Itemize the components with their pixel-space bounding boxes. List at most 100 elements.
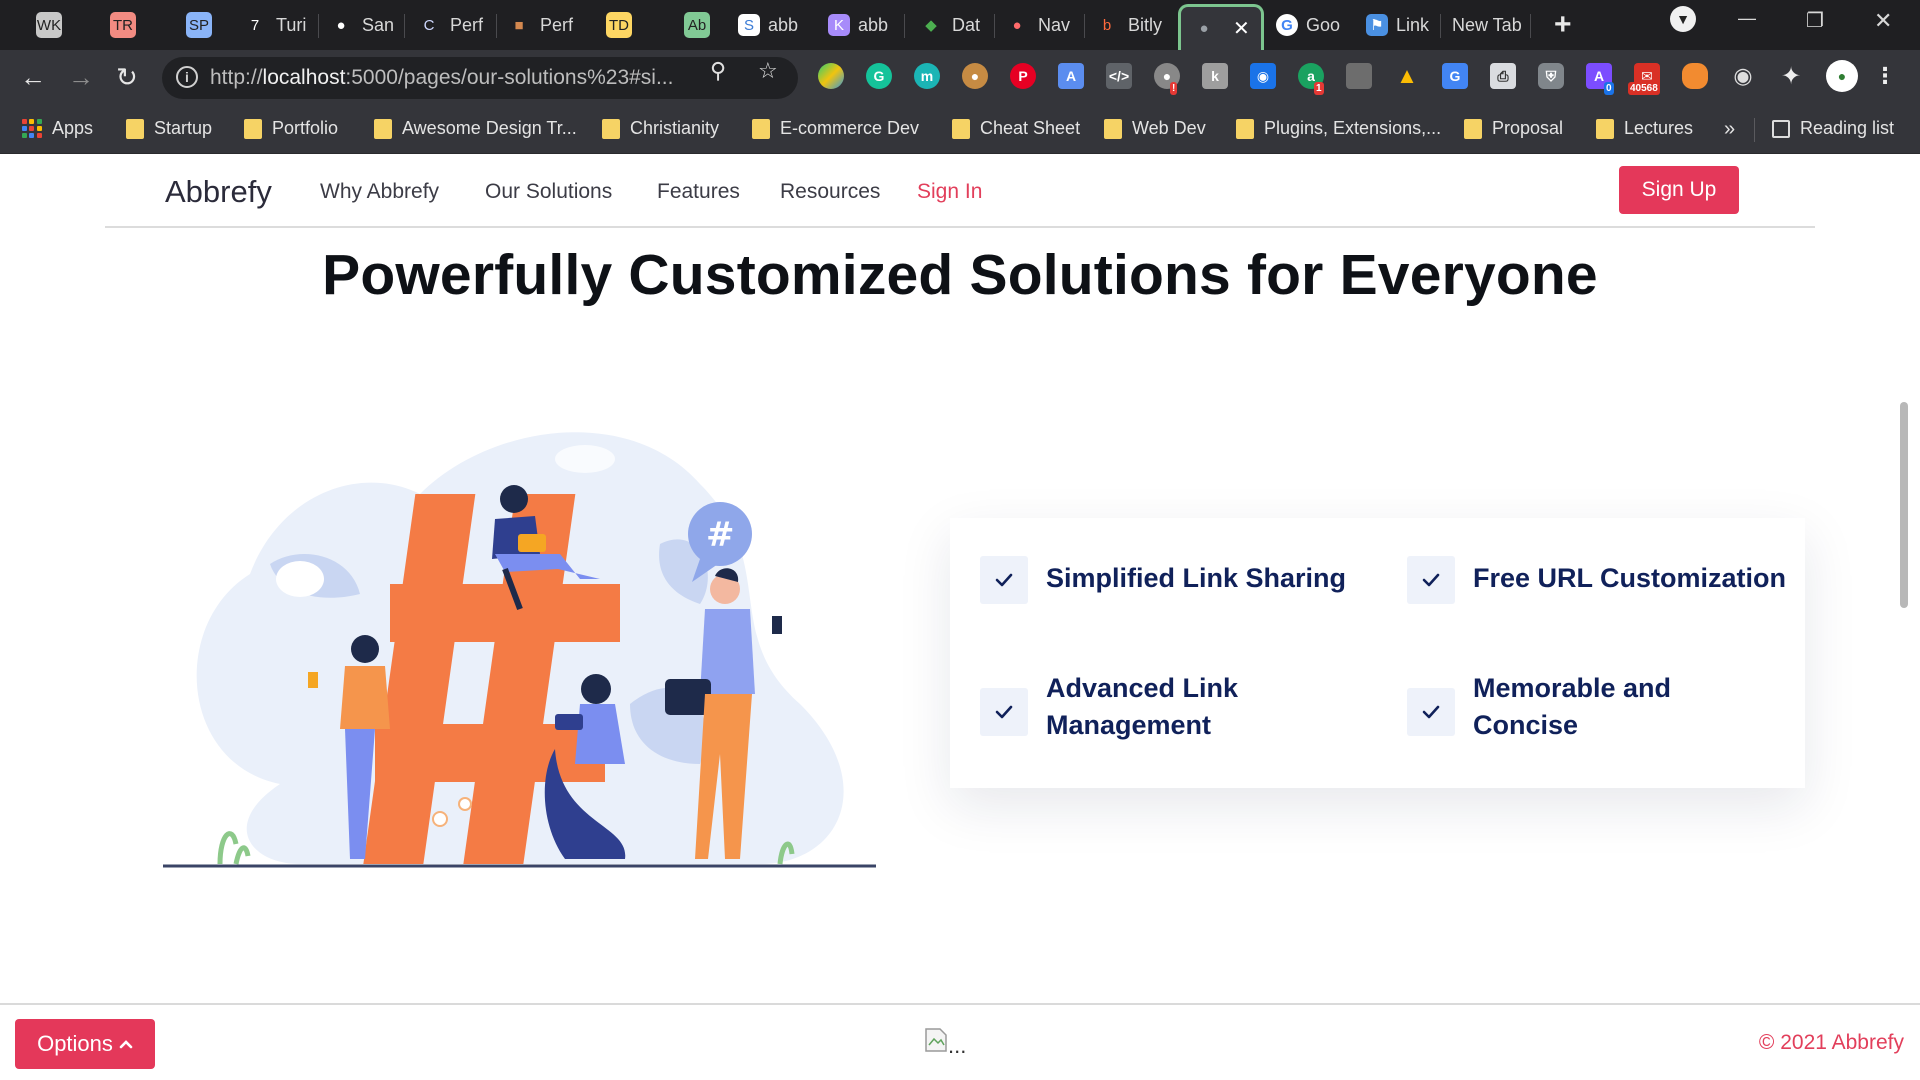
bookmark-folder[interactable]: E-commerce Dev: [752, 118, 919, 139]
nav-link-resources[interactable]: Resources: [780, 180, 880, 204]
more-menu-icon[interactable]: ⋮: [1872, 63, 1898, 89]
close-tab-icon[interactable]: ✕: [1233, 16, 1250, 41]
bookmark-folder[interactable]: Cheat Sheet: [952, 118, 1080, 139]
url-host: localhost: [262, 66, 346, 89]
bookmark-star-icon[interactable]: ☆: [758, 58, 778, 84]
tab-label: Dat: [952, 14, 981, 35]
bookmark-apps[interactable]: Apps: [22, 118, 93, 139]
folder-icon: [752, 118, 770, 139]
camera-icon[interactable]: ◉: [1730, 63, 1756, 89]
tab-nav[interactable]: ● Nav: [1004, 6, 1076, 44]
address-bar[interactable]: i http://localhost:5000/pages/our-soluti…: [162, 57, 798, 99]
feature-item: Simplified Link Sharing: [980, 556, 1346, 604]
tab-group-td[interactable]: TD: [606, 6, 650, 44]
bookmark-folder[interactable]: Plugins, Extensions,...: [1236, 118, 1441, 139]
tab-turi[interactable]: 7 Turi: [242, 6, 308, 44]
extension-m-icon[interactable]: m: [914, 63, 940, 89]
print-icon[interactable]: ⎙: [1490, 63, 1516, 89]
tab-group-tr[interactable]: TR: [110, 6, 154, 44]
feature-item: Free URL Customization: [1407, 556, 1786, 604]
bookmark-label: Apps: [52, 118, 94, 138]
tab-bitly[interactable]: b Bitly: [1094, 6, 1164, 44]
options-button[interactable]: Options: [15, 1019, 155, 1069]
drive-icon[interactable]: ▲: [1394, 63, 1420, 89]
back-button[interactable]: ←: [20, 62, 46, 92]
bookmark-label: Web Dev: [1132, 118, 1206, 138]
tab-favicon: TD: [606, 12, 632, 38]
site-info-icon[interactable]: i: [176, 66, 198, 88]
tab-mongodb[interactable]: ◆ Dat: [918, 6, 984, 44]
nav-link-why-abbrefy[interactable]: Why Abbrefy: [320, 180, 439, 204]
reading-list-button[interactable]: Reading list: [1772, 118, 1894, 139]
sign-in-link[interactable]: Sign In: [917, 180, 982, 204]
tab-perf-1[interactable]: C Perf: [416, 6, 486, 44]
bookmark-folder[interactable]: Proposal: [1464, 118, 1563, 139]
tab-favicon: ■: [514, 16, 524, 34]
mail-count-badge: 40568: [1628, 82, 1660, 95]
tab-label: Goo: [1306, 14, 1341, 35]
restore-button[interactable]: ❐: [1806, 8, 1824, 33]
reload-button[interactable]: ↻: [116, 62, 138, 92]
tab-label: abb: [768, 14, 799, 35]
bookmark-folder[interactable]: Christianity: [602, 118, 719, 139]
tab-abb-1[interactable]: S abb: [738, 6, 804, 44]
url-path: :5000/pages/our-solutions%23#si...: [345, 66, 674, 89]
tab-new-tab[interactable]: New Tab: [1452, 6, 1524, 44]
extension-flame-icon[interactable]: [1682, 63, 1708, 89]
tab-linkedin[interactable]: ⚑ Link: [1366, 6, 1432, 44]
count-badge: 0: [1604, 82, 1614, 95]
nav-link-our-solutions[interactable]: Our Solutions: [485, 180, 612, 204]
tab-label: Perf: [450, 14, 484, 35]
tab-search-icon[interactable]: ▼: [1670, 6, 1696, 32]
apps-grid-icon: [22, 118, 42, 139]
bookmark-folder[interactable]: Awesome Design Tr...: [374, 118, 577, 139]
page-scrollbar[interactable]: [1900, 402, 1908, 608]
brand-logo[interactable]: Abbrefy: [165, 174, 272, 210]
location-icon[interactable]: ◉: [1250, 63, 1276, 89]
translate-icon[interactable]: G: [1442, 63, 1468, 89]
copyright-text: © 2021 Abbrefy: [1758, 1031, 1904, 1054]
bookmarks-overflow-button[interactable]: »: [1724, 118, 1735, 141]
nav-link-features[interactable]: Features: [657, 180, 740, 204]
bookmark-folder[interactable]: Startup: [126, 118, 212, 139]
code-icon[interactable]: </>: [1106, 63, 1132, 89]
tab-active[interactable]: ● ✕: [1178, 4, 1264, 50]
tab-group-sp[interactable]: SP: [186, 6, 230, 44]
folder-icon: [602, 118, 620, 139]
web-page: Abbrefy Why Abbrefy Our Solutions Featur…: [0, 154, 1920, 1080]
tab-github[interactable]: ● San: [328, 6, 394, 44]
close-window-button[interactable]: ✕: [1874, 8, 1892, 34]
extension-k-icon[interactable]: k: [1202, 63, 1228, 89]
puzzle-extensions-icon[interactable]: ✦: [1778, 63, 1804, 90]
tab-perf-2[interactable]: ■ Perf: [506, 6, 576, 44]
profile-avatar[interactable]: ●: [1826, 60, 1858, 92]
shield-icon[interactable]: ⛨: [1538, 63, 1564, 89]
new-tab-button[interactable]: +: [1554, 8, 1572, 42]
tab-group-ab[interactable]: Ab: [684, 6, 728, 44]
extension-color-icon[interactable]: [818, 63, 844, 89]
extension-box-icon[interactable]: [1346, 63, 1372, 89]
bookmark-label: Portfolio: [272, 118, 339, 138]
zoom-icon[interactable]: ⚲: [710, 58, 726, 84]
tab-label: Turi: [276, 14, 307, 35]
bookmark-folder[interactable]: Portfolio: [244, 118, 338, 139]
minimize-button[interactable]: —: [1738, 8, 1756, 29]
tab-google[interactable]: G Goo: [1276, 6, 1346, 44]
sign-up-button[interactable]: Sign Up: [1619, 166, 1739, 214]
folder-icon: [1236, 118, 1254, 139]
forward-button[interactable]: →: [68, 62, 94, 92]
tab-label: Link: [1396, 14, 1430, 35]
folder-icon: [1464, 118, 1482, 139]
extension-a-icon[interactable]: A: [1058, 63, 1084, 89]
tab-abb-2[interactable]: K abb: [828, 6, 894, 44]
bookmark-label: Plugins, Extensions,...: [1264, 118, 1442, 138]
pinterest-icon[interactable]: P: [1010, 63, 1036, 89]
checkmark-icon: [980, 688, 1028, 736]
tab-group-wk[interactable]: WK: [36, 6, 80, 44]
cookie-icon[interactable]: ●: [962, 63, 988, 89]
url-protocol: http://: [210, 66, 263, 89]
bookmark-folder[interactable]: Lectures: [1596, 118, 1693, 139]
bookmark-folder[interactable]: Web Dev: [1104, 118, 1206, 139]
grammarly-icon[interactable]: G: [866, 63, 892, 89]
globe-icon: ●: [1199, 20, 1209, 37]
